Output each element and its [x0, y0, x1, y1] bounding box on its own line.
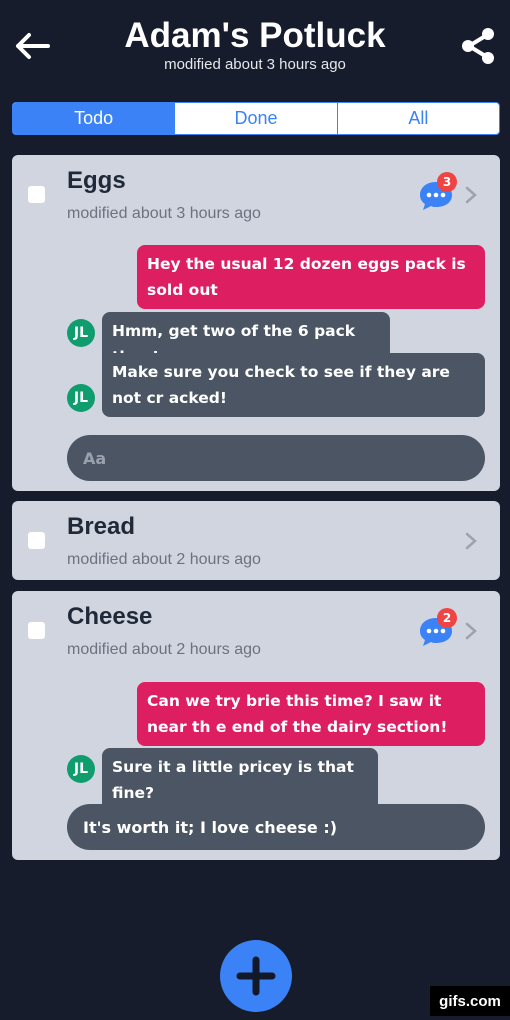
page-title: Adam's Potluck: [124, 16, 386, 55]
item-checkbox[interactable]: [28, 532, 45, 549]
item-title: Bread: [67, 513, 136, 540]
chevron-right-icon[interactable]: [464, 621, 478, 641]
tab-todo[interactable]: Todo: [13, 103, 175, 134]
item-title: Cheese: [67, 603, 153, 630]
plus-icon: [236, 956, 276, 996]
tab-all[interactable]: All: [336, 103, 499, 134]
avatar: JL: [67, 384, 95, 412]
message-input[interactable]: It's worth it; I love cheese :): [67, 804, 485, 850]
item-modified: modified about 3 hours ago: [67, 205, 261, 222]
watermark: gifs.com: [430, 986, 510, 1016]
filter-tabs: Todo Done All: [12, 102, 500, 135]
message-bubble-incoming: Sure it a little pricey is that fine?: [102, 748, 378, 812]
item-modified: modified about 2 hours ago: [67, 551, 261, 568]
message-input[interactable]: [67, 435, 485, 481]
message-bubble-incoming: Make sure you check to see if they are n…: [102, 353, 485, 417]
avatar: JL: [67, 319, 95, 347]
avatar: JL: [67, 755, 95, 783]
message-bubble-outgoing: Can we try brie this time? I saw it near…: [137, 682, 485, 746]
message-bubble-outgoing: Hey the usual 12 dozen eggs pack is sold…: [137, 245, 485, 309]
item-checkbox[interactable]: [28, 622, 45, 639]
unread-badge: 2: [437, 608, 457, 628]
chevron-right-icon[interactable]: [464, 531, 478, 551]
item-card-cheese[interactable]: Cheese modified about 2 hours ago 2 Can …: [12, 591, 500, 860]
unread-badge: 3: [437, 172, 457, 192]
item-card-eggs[interactable]: Eggs modified about 3 hours ago 3 Hey th…: [12, 155, 500, 491]
chevron-right-icon[interactable]: [464, 185, 478, 205]
item-checkbox[interactable]: [28, 186, 45, 203]
page-subtitle: modified about 3 hours ago: [164, 56, 346, 73]
share-icon: [462, 28, 494, 64]
share-button[interactable]: [458, 26, 498, 66]
item-title: Eggs: [67, 167, 126, 194]
add-item-button[interactable]: [220, 940, 292, 1012]
item-card-bread[interactable]: Bread modified about 2 hours ago: [12, 501, 500, 580]
tab-done[interactable]: Done: [174, 103, 336, 134]
app-header: Adam's Potluck modified about 3 hours ag…: [0, 0, 510, 90]
item-modified: modified about 2 hours ago: [67, 641, 261, 658]
